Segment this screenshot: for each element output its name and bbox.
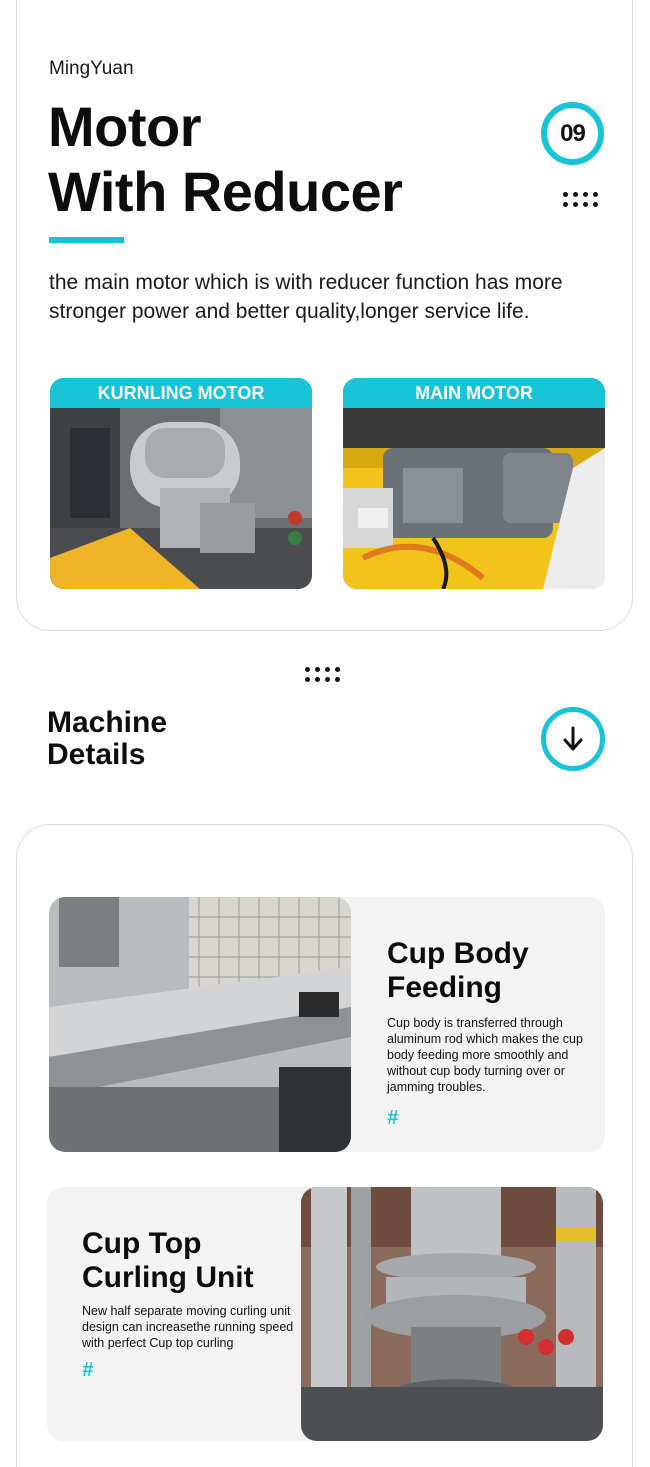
cup-top-curling-photo-frame	[301, 1187, 603, 1441]
section-title-line-2: Details	[47, 738, 146, 771]
photo-card-main-motor: MAIN MOTOR	[343, 378, 605, 589]
kurnling-motor-photo	[50, 408, 312, 589]
arrow-down-icon	[563, 726, 583, 751]
detail-title-line-2: Feeding	[387, 971, 503, 1004]
title-line-1: Motor	[48, 95, 202, 158]
accent-divider	[49, 237, 124, 243]
hash-icon: #	[387, 1107, 399, 1129]
brand-label: MingYuan	[49, 58, 134, 79]
detail-title: Cup Top Curling Unit	[82, 1227, 254, 1295]
detail-title-line-1: Cup Body	[387, 937, 529, 970]
detail-cup-body-feeding: Cup Body Feeding Cup body is transferred…	[49, 897, 605, 1152]
cup-body-feeding-photo	[49, 897, 351, 1152]
section-title-line-1: Machine	[47, 706, 168, 739]
title-line-2: With Reducer	[48, 160, 403, 223]
cup-top-curling-photo	[301, 1187, 603, 1441]
detail-description: New half separate moving curling unit de…	[82, 1304, 294, 1350]
detail-cup-top-curling-unit: Cup Top Curling Unit New half separate m…	[47, 1187, 603, 1441]
detail-title: Cup Body Feeding	[387, 937, 529, 1005]
detail-title-line-2: Curling Unit	[82, 1261, 254, 1294]
section-number-badge: 09	[541, 102, 604, 165]
motor-description: the main motor which is with reducer fun…	[49, 271, 563, 323]
cup-body-feeding-photo-frame	[49, 897, 351, 1152]
scroll-down-button[interactable]	[541, 707, 605, 771]
dots-icon	[305, 667, 340, 682]
photo-card-kurnling-motor: KURNLING MOTOR	[50, 378, 312, 589]
photo-label: KURNLING MOTOR	[50, 378, 312, 408]
dots-icon	[563, 192, 598, 207]
page-title: Motor With Reducer	[48, 94, 403, 224]
section-title: Machine Details	[47, 707, 167, 771]
detail-description: Cup body is transferred through aluminum…	[387, 1016, 583, 1094]
hash-icon: #	[82, 1359, 94, 1381]
detail-title-line-1: Cup Top	[82, 1227, 202, 1260]
main-motor-photo	[343, 408, 605, 589]
photo-label: MAIN MOTOR	[343, 378, 605, 408]
